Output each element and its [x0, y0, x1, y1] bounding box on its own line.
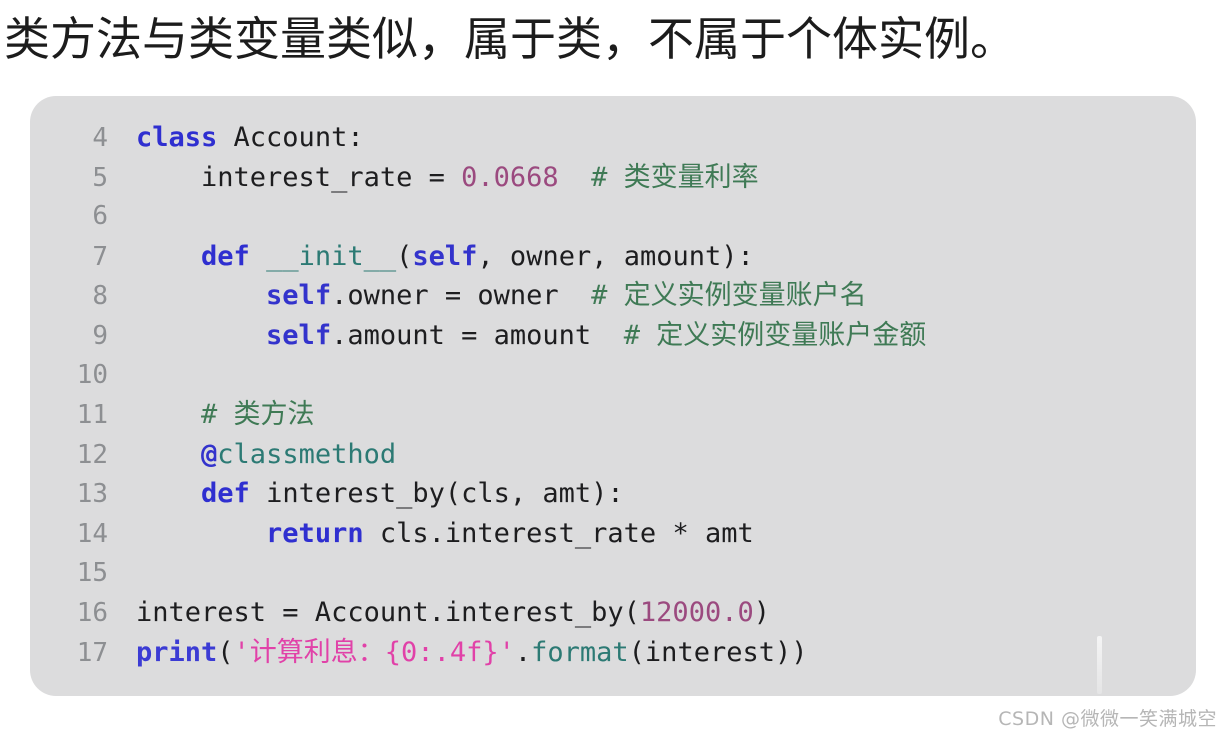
line-number: 6	[92, 201, 108, 232]
code-line: 5 interest_rate = 0.0668 # 类变量利率	[30, 158, 1196, 198]
code-token-kw: return	[266, 517, 364, 549]
code-line: 11 # 类方法	[30, 395, 1196, 435]
code-token-cmt: # 类方法	[201, 399, 315, 431]
code-line: 10	[30, 356, 1196, 396]
code-token-plain: interest_by(cls, amt):	[249, 478, 624, 510]
code-token-cmt: # 类变量利率	[591, 161, 759, 193]
code-token-plain: (	[217, 636, 234, 668]
code-token-plain: interest = Account.interest_by(	[136, 597, 640, 629]
code-line: 14 return cls.interest_rate * amt	[30, 514, 1196, 554]
code-line-list: 4 class Account: 5 interest_rate = 0.0668 …	[30, 118, 1196, 672]
line-number: 8	[92, 281, 108, 312]
code-line-content: print('计算利息：{0:.4f}'.format(interest))	[108, 633, 807, 673]
code-line: 4 class Account:	[30, 118, 1196, 158]
code-panel: 4 class Account: 5 interest_rate = 0.0668 …	[30, 96, 1196, 696]
code-token-num: 12000.0	[639, 597, 754, 629]
line-number: 4	[92, 123, 108, 153]
code-token-self: self	[412, 240, 478, 272]
code-line: 12 @classmethod	[30, 435, 1196, 475]
code-line: 8 self.owner = owner # 定义实例变量账户名	[30, 276, 1196, 316]
code-token-cmt: # 定义实例变量账户名	[591, 280, 867, 312]
code-line-content: interest_rate = 0.0668 # 类变量利率	[108, 158, 759, 198]
code-line: 16 interest = Account.interest_by(12000.0…	[30, 593, 1196, 633]
page-title: 类方法与类变量类似，属于类，不属于个体实例。	[4, 12, 1016, 66]
code-line: 15	[30, 554, 1196, 594]
code-token-cmt: # 定义实例变量账户金额	[623, 319, 927, 351]
code-token-kw: def	[201, 478, 250, 510]
line-number: 7	[92, 241, 108, 272]
code-line-content: # 类方法	[108, 395, 315, 435]
code-token-self: self	[266, 280, 332, 312]
code-token-plain: (interest))	[628, 636, 808, 668]
line-number: 5	[92, 162, 108, 193]
code-line: 9 self.amount = amount # 定义实例变量账户金额	[30, 316, 1196, 356]
page-title-bar: 类方法与类变量类似，属于类，不属于个体实例。	[0, 0, 1229, 78]
code-line-content: return cls.interest_rate * amt	[108, 514, 754, 554]
code-line: 17 print('计算利息：{0:.4f}'.format(interest))	[30, 633, 1196, 673]
code-token-deco: classmethod	[217, 438, 397, 470]
code-token-plain: )	[753, 597, 770, 629]
line-number: 15	[76, 557, 108, 588]
code-token-at: @	[201, 438, 218, 470]
code-line-content: def interest_by(cls, amt):	[108, 474, 624, 514]
code-token-plain: interest_rate =	[136, 161, 462, 193]
line-number: 9	[92, 320, 108, 351]
code-line-content: @classmethod	[108, 435, 396, 475]
code-line-content: def __init__(self, owner, amount):	[108, 237, 754, 277]
code-token-self: self	[266, 319, 332, 351]
code-token-kw: def	[201, 240, 250, 272]
code-line: 7 def __init__(self, owner, amount):	[30, 237, 1196, 277]
code-line-content: interest = Account.interest_by(12000.0)	[108, 593, 770, 633]
code-token-plain: , owner, amount):	[477, 240, 754, 272]
code-token-plain: cls.interest_rate * amt	[363, 517, 754, 549]
csdn-watermark: CSDN @微微一笑满城空	[998, 708, 1217, 730]
code-token-plain: .	[514, 636, 532, 668]
code-token-fn: __init__	[266, 240, 397, 272]
code-token-plain: Account:	[217, 122, 364, 153]
code-line-content: class Account:	[108, 118, 364, 158]
code-token-builtin: print	[136, 636, 218, 668]
code-token-plain: .owner = owner	[331, 280, 592, 312]
line-number: 17	[76, 637, 108, 668]
line-number: 13	[76, 479, 108, 510]
line-number: 12	[76, 439, 108, 470]
code-token-plain: .amount = amount	[331, 319, 624, 351]
code-token-fn: format	[531, 636, 629, 668]
code-line-content: self.amount = amount # 定义实例变量账户金额	[108, 316, 926, 356]
code-token-str: '计算利息：{0:.4f}'	[233, 636, 515, 668]
code-line-content: self.owner = owner # 定义实例变量账户名	[108, 276, 867, 316]
line-number: 16	[76, 598, 108, 629]
line-number: 10	[76, 359, 108, 390]
line-number: 14	[76, 518, 108, 549]
line-number: 11	[76, 400, 108, 431]
code-token-kw: class	[136, 122, 218, 153]
code-line: 13 def interest_by(cls, amt):	[30, 474, 1196, 514]
code-token-plain: (	[396, 240, 413, 272]
code-line: 6	[30, 197, 1196, 237]
code-token-num: 0.0668	[461, 161, 559, 193]
